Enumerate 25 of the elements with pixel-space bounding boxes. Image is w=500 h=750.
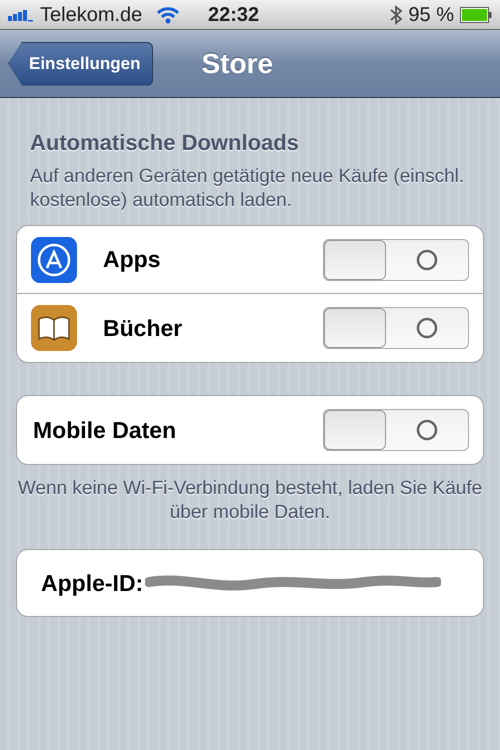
toggle-switch[interactable]: [323, 307, 469, 349]
back-button[interactable]: Einstellungen: [8, 42, 154, 86]
section-description: Auf anderen Geräten getätigte neue Käufe (einschl. kostenlose) automatisch laden.: [30, 165, 466, 213]
battery-icon: [460, 6, 492, 22]
apple-id-row[interactable]: Apple-ID:: [16, 549, 484, 617]
row-label: Mobile Daten: [33, 416, 176, 445]
row-label: Apps: [103, 245, 160, 274]
screen-title: Store: [201, 46, 274, 80]
off-symbol-icon: [416, 419, 438, 441]
app-store-icon: [31, 236, 77, 282]
signal-icon: [8, 8, 36, 22]
row-label: Apple-ID:: [41, 568, 144, 598]
toggle-switch[interactable]: [323, 238, 469, 280]
off-symbol-icon: [416, 248, 438, 270]
clock-time: 22:32: [208, 2, 260, 28]
toggle-switch[interactable]: [323, 409, 469, 451]
row-label: Bücher: [103, 314, 182, 343]
wifi-icon: [156, 6, 180, 24]
off-symbol-icon: [416, 317, 438, 339]
footer-note: Wenn keine Wi-Fi-Verbindung besteht, laden Sie Käufe über mobile Daten.: [16, 477, 484, 525]
battery-percent: 95 %: [408, 2, 454, 28]
section-title: Automatische Downloads: [30, 129, 300, 157]
book-icon: [31, 305, 77, 351]
bluetooth-icon: [390, 4, 402, 24]
carrier-name: Telekom.de: [40, 2, 142, 28]
